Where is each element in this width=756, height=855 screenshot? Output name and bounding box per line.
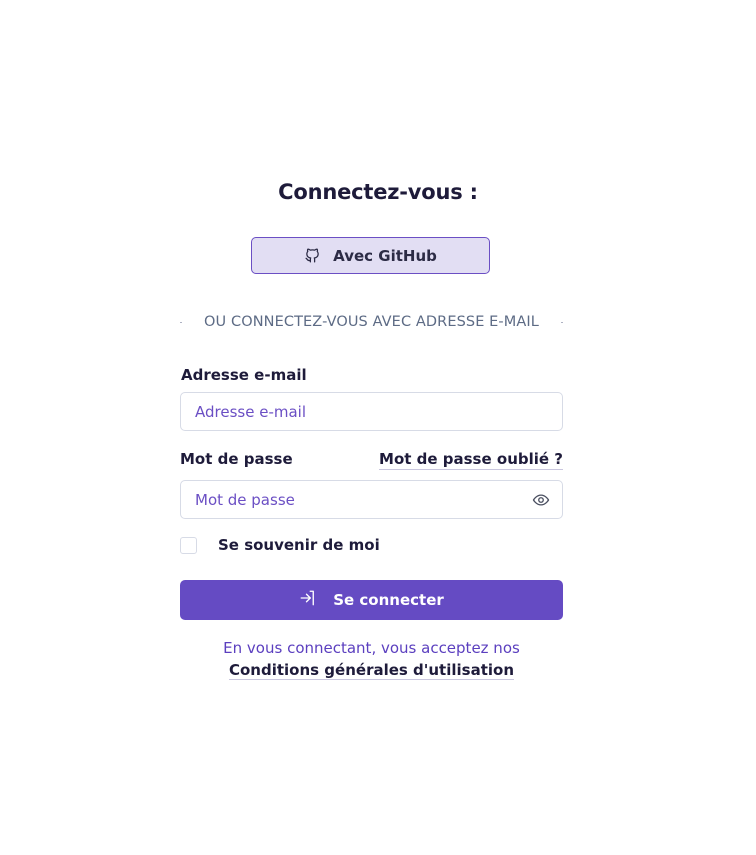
remember-me-label: Se souvenir de moi (218, 536, 380, 554)
email-field[interactable]: Adresse e-mail (180, 392, 563, 431)
password-field[interactable]: Mot de passe (180, 480, 563, 519)
password-label: Mot de passe (180, 450, 293, 468)
github-icon (304, 247, 321, 264)
divider: OU CONNECTEZ-VOUS AVEC ADRESSE E-MAIL (180, 312, 563, 332)
terms-prefix: En vous connectant, vous acceptez nos (223, 639, 520, 657)
divider-left-dot (180, 321, 182, 323)
terms-text: En vous connectant, vous acceptez nos Co… (180, 637, 563, 681)
login-page: Connectez-vous : Avec GitHub OU CONNECTE… (0, 0, 756, 855)
remember-me-checkbox[interactable] (180, 536, 197, 554)
github-login-button[interactable]: Avec GitHub (251, 237, 490, 274)
github-button-label: Avec GitHub (333, 246, 437, 265)
page-title: Connectez-vous : (278, 180, 478, 204)
email-placeholder: Adresse e-mail (195, 402, 306, 421)
eye-icon[interactable] (532, 491, 550, 513)
remember-me[interactable]: Se souvenir de moi (180, 536, 380, 554)
terms-link[interactable]: Conditions générales d'utilisation (228, 661, 514, 680)
submit-button[interactable]: Se connecter (180, 580, 563, 620)
divider-text: OU CONNECTEZ-VOUS AVEC ADRESSE E-MAIL (204, 314, 539, 330)
divider-right-dot (560, 321, 563, 323)
forgot-password-link[interactable]: Mot de passe oublié ? (379, 450, 563, 470)
submit-label: Se connecter (333, 591, 444, 609)
login-arrow-icon (299, 589, 317, 611)
password-placeholder: Mot de passe (195, 490, 295, 509)
email-label: Adresse e-mail (181, 366, 307, 384)
